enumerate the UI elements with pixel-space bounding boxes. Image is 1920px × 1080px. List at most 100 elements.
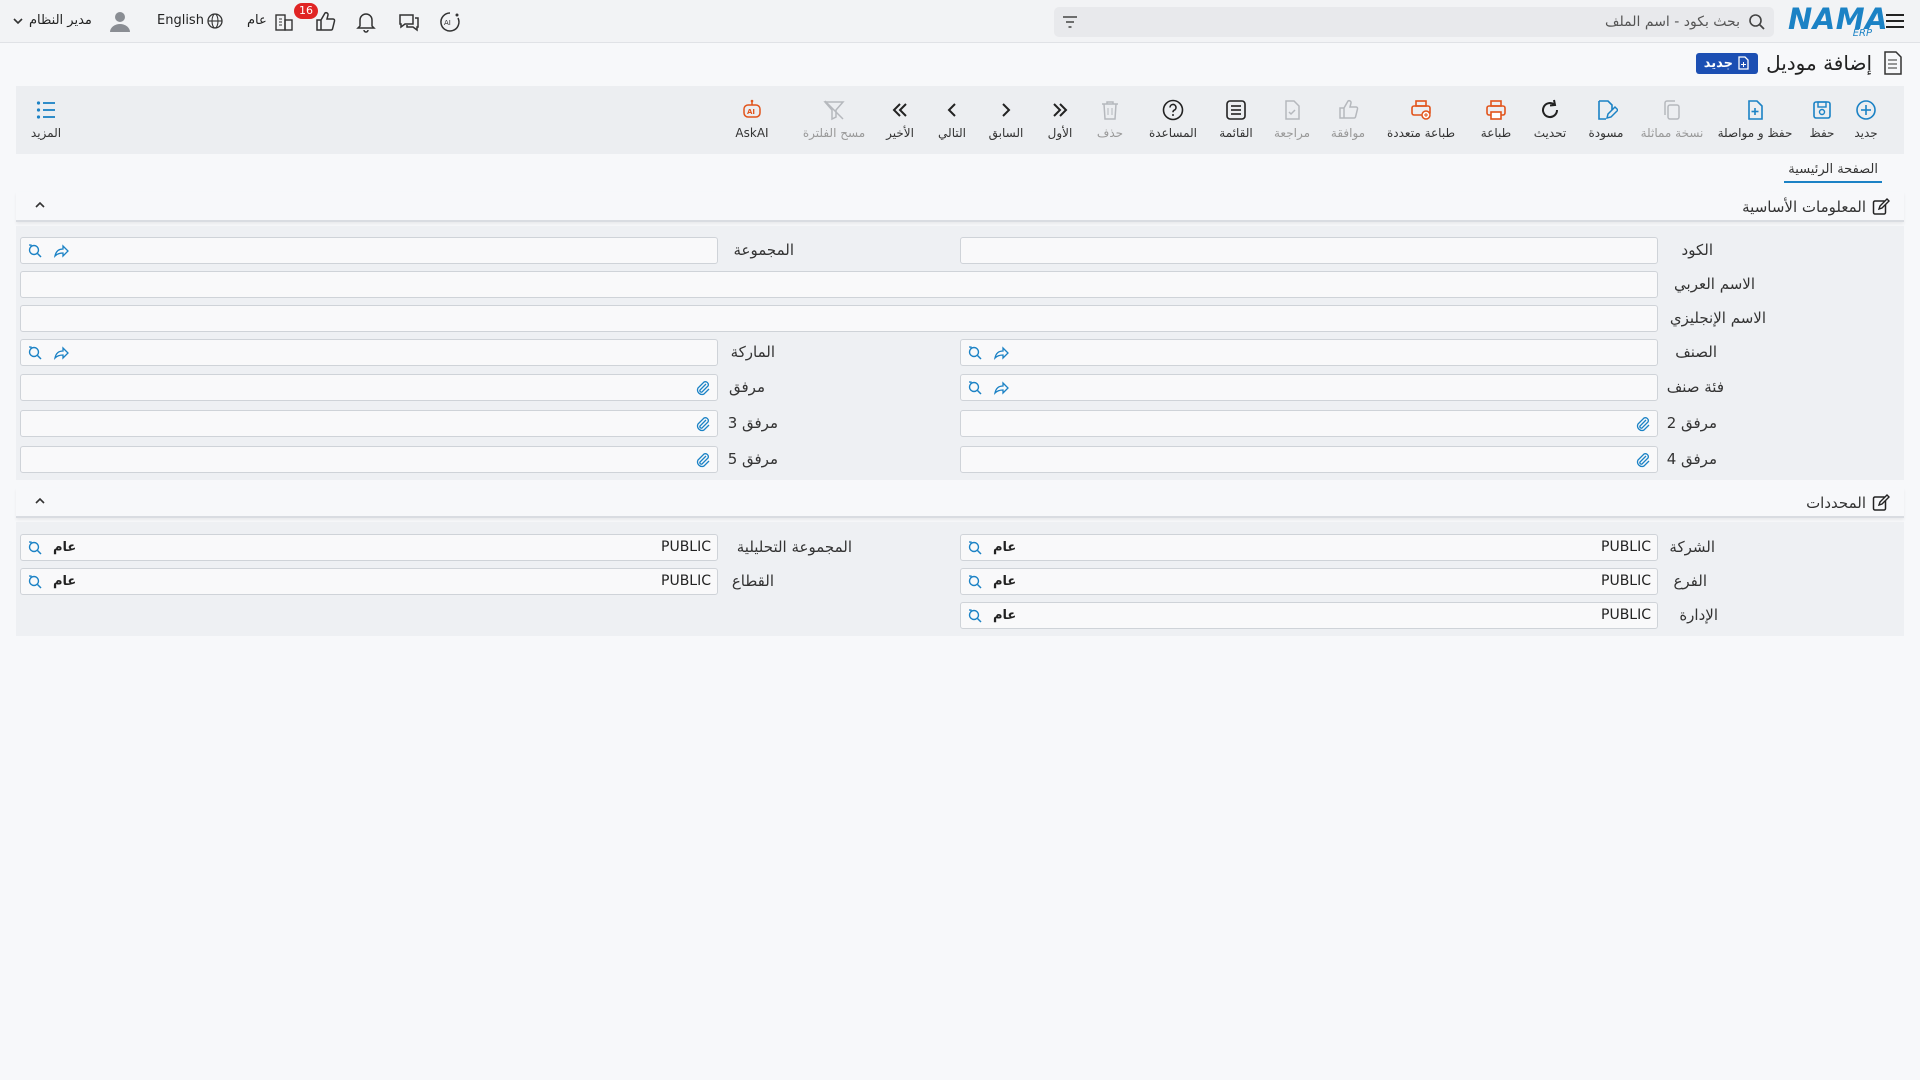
file-plus-icon	[1748, 100, 1763, 120]
search-input[interactable]	[1140, 7, 1740, 37]
page-title-row: إضافة موديل جديد	[1695, 48, 1904, 78]
help-label: المساعدة	[1148, 126, 1198, 140]
search-refresh-icon[interactable]	[967, 540, 983, 556]
multi-print-button[interactable]: طباعة متعددة	[1376, 98, 1466, 140]
multi-print-label: طباعة متعددة	[1386, 126, 1455, 140]
filter-icon[interactable]	[1062, 14, 1078, 30]
chat-icon[interactable]	[397, 10, 421, 34]
brand-input[interactable]	[89, 340, 709, 365]
save-button[interactable]: حفظ	[1792, 98, 1852, 140]
search-refresh-icon[interactable]	[27, 540, 43, 556]
navigate-share-icon[interactable]	[53, 243, 69, 259]
clear-filter-button[interactable]: مسح الفلترة	[792, 98, 876, 140]
search-refresh-icon[interactable]	[27, 345, 43, 361]
search-refresh-icon[interactable]	[967, 574, 983, 590]
chevron-up-icon[interactable]	[34, 496, 46, 506]
edit-document-icon	[1598, 100, 1618, 120]
nama-erp-logo[interactable]: NAMA ERP	[1788, 5, 1888, 40]
language-switch[interactable]: English	[157, 13, 204, 28]
review-button[interactable]: مراجعة	[1262, 98, 1322, 140]
english-name-input[interactable]	[29, 306, 1649, 331]
previous-record-label: السابق	[988, 126, 1024, 140]
attachment2-label: مرفق 2	[1666, 414, 1717, 432]
code-field	[960, 237, 1658, 264]
attachment5-field	[20, 446, 718, 473]
code-label: الكود	[1681, 241, 1713, 259]
paperclip-icon[interactable]	[695, 452, 711, 468]
search-icon[interactable]	[1748, 13, 1766, 31]
company-switcher-label[interactable]: عام	[247, 13, 267, 28]
company-field[interactable]: PUBLIC عام	[960, 534, 1658, 561]
next-record-label: التالي	[938, 126, 966, 140]
dimensions-section-header[interactable]: المحددات	[16, 488, 1904, 518]
branch-label: الفرع	[1673, 572, 1707, 590]
branch-field[interactable]: PUBLIC عام	[960, 568, 1658, 595]
attachment2-field	[960, 410, 1658, 437]
code-input[interactable]	[969, 238, 1649, 263]
paperclip-icon[interactable]	[1635, 452, 1651, 468]
basic-info-section-header[interactable]: المعلومات الأساسية	[16, 192, 1904, 222]
search-refresh-icon[interactable]	[27, 243, 43, 259]
list-button[interactable]: القائمة	[1206, 98, 1266, 140]
first-record-button[interactable]: الأول	[1030, 98, 1090, 140]
refresh-label: تحديث	[1533, 126, 1567, 140]
bell-icon[interactable]	[354, 10, 378, 34]
draft-button[interactable]: مسودة	[1576, 98, 1636, 140]
trash-icon	[1102, 101, 1118, 120]
arabic-name-field	[20, 271, 1658, 298]
navigate-share-icon[interactable]	[53, 345, 69, 361]
arabic-name-input[interactable]	[29, 272, 1649, 297]
company-building-icon[interactable]	[272, 10, 296, 34]
multi-printer-icon	[1411, 100, 1431, 120]
previous-record-button[interactable]: السابق	[976, 98, 1036, 140]
next-record-button[interactable]: التالي	[922, 98, 982, 140]
approve-button[interactable]: موافقة	[1318, 98, 1378, 140]
attachment-label: مرفق	[729, 378, 765, 396]
review-label: مراجعة	[1273, 126, 1311, 140]
save-and-continue-button[interactable]: حفظ و مواصلة	[1710, 98, 1800, 140]
company-label: الشركة	[1669, 538, 1715, 556]
department-name: عام	[993, 608, 1017, 623]
user-name[interactable]: مدير النظام	[29, 13, 92, 28]
attachment3-field	[20, 410, 718, 437]
refresh-button[interactable]: تحديث	[1520, 98, 1580, 140]
ask-ai-button[interactable]: AI AskAI	[722, 98, 782, 140]
duplicate-button[interactable]: نسخة مماثلة	[1632, 98, 1712, 140]
attachment3-label: مرفق 3	[727, 414, 778, 432]
analytic-group-field[interactable]: PUBLIC عام	[20, 534, 718, 561]
dimensions-title-text: المحددات	[1806, 494, 1866, 512]
refresh-icon	[1542, 99, 1559, 119]
navigate-share-icon[interactable]	[993, 380, 1009, 396]
globe-icon[interactable]	[206, 12, 224, 30]
paperclip-icon[interactable]	[695, 380, 711, 396]
ai-assistant-icon[interactable]: AI	[438, 10, 462, 34]
search-refresh-icon[interactable]	[967, 380, 983, 396]
paperclip-icon[interactable]	[695, 416, 711, 432]
navigate-share-icon[interactable]	[993, 345, 1009, 361]
search-refresh-icon[interactable]	[967, 345, 983, 361]
new-file-icon	[1738, 56, 1749, 70]
search-refresh-icon[interactable]	[27, 574, 43, 590]
analytic-group-label: المجموعة التحليلية	[736, 538, 852, 556]
chevron-down-icon[interactable]	[12, 15, 24, 27]
department-field[interactable]: PUBLIC عام	[960, 602, 1658, 629]
review-document-icon	[1285, 100, 1300, 120]
arabic-name-label: الاسم العربي	[1674, 275, 1755, 293]
user-avatar-icon[interactable]	[107, 8, 133, 34]
chevron-up-icon[interactable]	[34, 200, 46, 210]
help-button[interactable]: المساعدة	[1138, 98, 1208, 140]
save-button-label: حفظ	[1809, 126, 1835, 140]
paperclip-icon[interactable]	[1635, 416, 1651, 432]
first-record-label: الأول	[1047, 126, 1073, 140]
sector-name: عام	[53, 574, 77, 589]
tab-main-page[interactable]: الصفحة الرئيسية	[1784, 160, 1882, 183]
item-category-input[interactable]	[1029, 375, 1649, 400]
item-input[interactable]	[1029, 340, 1649, 365]
print-button[interactable]: طباعة	[1466, 98, 1526, 140]
search-refresh-icon[interactable]	[967, 608, 983, 624]
more-button[interactable]: المزيد	[16, 98, 76, 140]
last-record-button[interactable]: الأخير	[870, 98, 930, 140]
sector-field[interactable]: PUBLIC عام	[20, 568, 718, 595]
group-input[interactable]	[89, 238, 709, 263]
logo-subtext: ERP	[1852, 28, 1872, 39]
